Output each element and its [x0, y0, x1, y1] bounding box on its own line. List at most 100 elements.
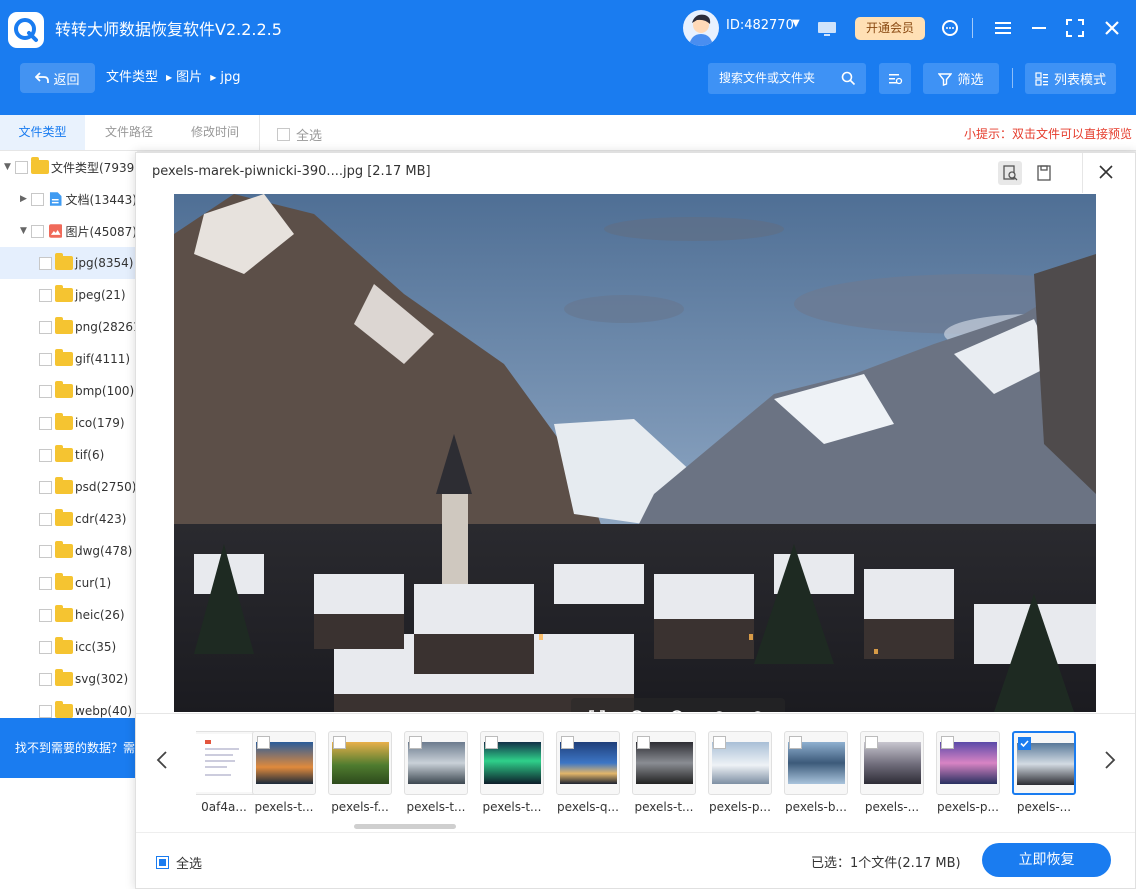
sort-button[interactable]: [879, 63, 911, 94]
tree-item-dwg[interactable]: dwg(478): [0, 535, 137, 567]
checkbox[interactable]: [39, 416, 52, 430]
tab-file-type[interactable]: 文件类型: [0, 115, 85, 150]
thumbnail-image[interactable]: [196, 731, 256, 795]
thumbnail-image[interactable]: [860, 731, 924, 795]
thumbnail-image[interactable]: [632, 731, 696, 795]
thumbnail-checkbox[interactable]: [865, 736, 878, 749]
list-mode-button[interactable]: 列表模式: [1025, 63, 1116, 94]
thumbnail-item[interactable]: pexels-t...: [252, 731, 316, 814]
tree-item-images[interactable]: ▼ 图片(45087): [0, 215, 137, 247]
thumbnail-item[interactable]: pexels-t...: [480, 731, 544, 814]
tree-item-heic[interactable]: heic(26): [0, 599, 137, 631]
chevron-left-icon[interactable]: [156, 750, 168, 775]
thumbnail-image[interactable]: [708, 731, 772, 795]
thumbnail-item[interactable]: pexels-t...: [632, 731, 696, 814]
tree-item-jpeg[interactable]: jpeg(21): [0, 279, 137, 311]
thumbnail-item[interactable]: pexels-f...: [328, 731, 392, 814]
breadcrumb-item[interactable]: 图片: [176, 70, 202, 86]
tree-item-tif[interactable]: tif(6): [0, 439, 137, 471]
collapse-arrow-icon[interactable]: ▼: [20, 226, 27, 236]
thumbnail-image[interactable]: [252, 731, 316, 795]
thumbnail-checkbox[interactable]: [485, 736, 498, 749]
footer-select-all[interactable]: 全选: [156, 853, 202, 872]
zoom-in-icon[interactable]: [629, 709, 647, 712]
checkbox[interactable]: [39, 576, 52, 590]
avatar[interactable]: [683, 10, 719, 46]
maximize-icon[interactable]: [1065, 18, 1085, 42]
checkbox[interactable]: [39, 672, 52, 686]
checkbox[interactable]: [39, 608, 52, 622]
tree-root[interactable]: ▼ 文件类型(79397: [0, 151, 137, 183]
thumbnail-item[interactable]: pexels-p...: [936, 731, 1000, 814]
checkbox[interactable]: [39, 512, 52, 526]
thumbnail-checkbox[interactable]: [637, 736, 650, 749]
tree-item-icc[interactable]: icc(35): [0, 631, 137, 663]
thumbnail-checkbox[interactable]: [409, 736, 422, 749]
tree-item-gif[interactable]: gif(4111): [0, 343, 137, 375]
rotate-left-icon[interactable]: [709, 709, 727, 712]
thumbnail-image[interactable]: [480, 731, 544, 795]
checkbox[interactable]: [39, 544, 52, 558]
checkbox[interactable]: [39, 352, 52, 366]
thumbnail-item[interactable]: pexels-t...: [404, 731, 468, 814]
select-all-checkbox[interactable]: 全选: [277, 125, 322, 144]
chevron-right-icon[interactable]: [1104, 750, 1116, 775]
close-icon[interactable]: [1102, 18, 1122, 42]
thumbnail-checkbox[interactable]: [561, 736, 574, 749]
expand-arrow-icon[interactable]: ▶: [20, 194, 27, 204]
minimize-icon[interactable]: [1029, 18, 1049, 42]
tree-item-webp[interactable]: webp(40): [0, 695, 137, 718]
filter-button[interactable]: 筛选: [923, 63, 999, 94]
headset-icon[interactable]: [940, 18, 960, 42]
tab-file-path[interactable]: 文件路径: [88, 115, 170, 150]
vip-button[interactable]: 开通会员: [855, 17, 925, 40]
breadcrumb-item[interactable]: 文件类型: [106, 70, 158, 86]
thumbnail-image[interactable]: [556, 731, 620, 795]
tree-item-cur[interactable]: cur(1): [0, 567, 137, 599]
checkbox[interactable]: [39, 256, 52, 270]
computer-icon[interactable]: [817, 20, 837, 42]
checkbox[interactable]: [31, 192, 44, 206]
checkbox[interactable]: [277, 128, 290, 141]
preview-close-icon[interactable]: [1095, 161, 1117, 183]
recover-button[interactable]: 立即恢复: [982, 843, 1111, 877]
thumbnail-image[interactable]: [328, 731, 392, 795]
tab-modified-time[interactable]: 修改时间: [174, 115, 256, 150]
checkbox[interactable]: [39, 448, 52, 462]
checkbox[interactable]: [156, 856, 169, 869]
menu-icon[interactable]: [993, 18, 1013, 42]
thumbnail-checkbox[interactable]: [333, 736, 346, 749]
collapse-arrow-icon[interactable]: ▼: [4, 162, 11, 172]
checkbox[interactable]: [39, 384, 52, 398]
thumbnail-item[interactable]: pexels-...: [1012, 731, 1076, 814]
thumbnail-image[interactable]: [404, 731, 468, 795]
thumbnail-checkbox[interactable]: [1018, 737, 1031, 750]
search-input[interactable]: 搜索文件或文件夹: [708, 63, 866, 94]
help-banner[interactable]: 找不到需要的数据？需: [0, 718, 137, 778]
chevron-down-icon[interactable]: ▼: [792, 18, 800, 29]
thumbnail-image[interactable]: [784, 731, 848, 795]
tree-item-svg[interactable]: svg(302): [0, 663, 137, 695]
tree-item-cdr[interactable]: cdr(423): [0, 503, 137, 535]
checkbox[interactable]: [39, 640, 52, 654]
tree-item-psd[interactable]: psd(2750): [0, 471, 137, 503]
search-icon[interactable]: [841, 71, 856, 86]
checkbox[interactable]: [39, 480, 52, 494]
thumbnail-item[interactable]: pexels-b...: [784, 731, 848, 814]
preview-mode-icon[interactable]: [998, 161, 1022, 185]
back-button[interactable]: 返回: [20, 63, 95, 93]
checkbox[interactable]: [39, 288, 52, 302]
tree-item-ico[interactable]: ico(179): [0, 407, 137, 439]
thumbnail-item[interactable]: pexels-...: [860, 731, 924, 814]
thumbnail-checkbox[interactable]: [257, 736, 270, 749]
tree-item-png[interactable]: png(28261: [0, 311, 137, 343]
fullscreen-icon[interactable]: [588, 709, 606, 712]
breadcrumb-item[interactable]: jpg: [220, 70, 240, 86]
tree-item-jpg[interactable]: jpg(8354): [0, 247, 137, 279]
rotate-right-icon[interactable]: [750, 709, 768, 712]
save-icon[interactable]: [1032, 161, 1056, 185]
thumbnail-item[interactable]: pexels-p...: [708, 731, 772, 814]
thumbnail-image[interactable]: [1012, 731, 1076, 795]
checkbox[interactable]: [15, 160, 28, 174]
thumbnail-image[interactable]: [936, 731, 1000, 795]
